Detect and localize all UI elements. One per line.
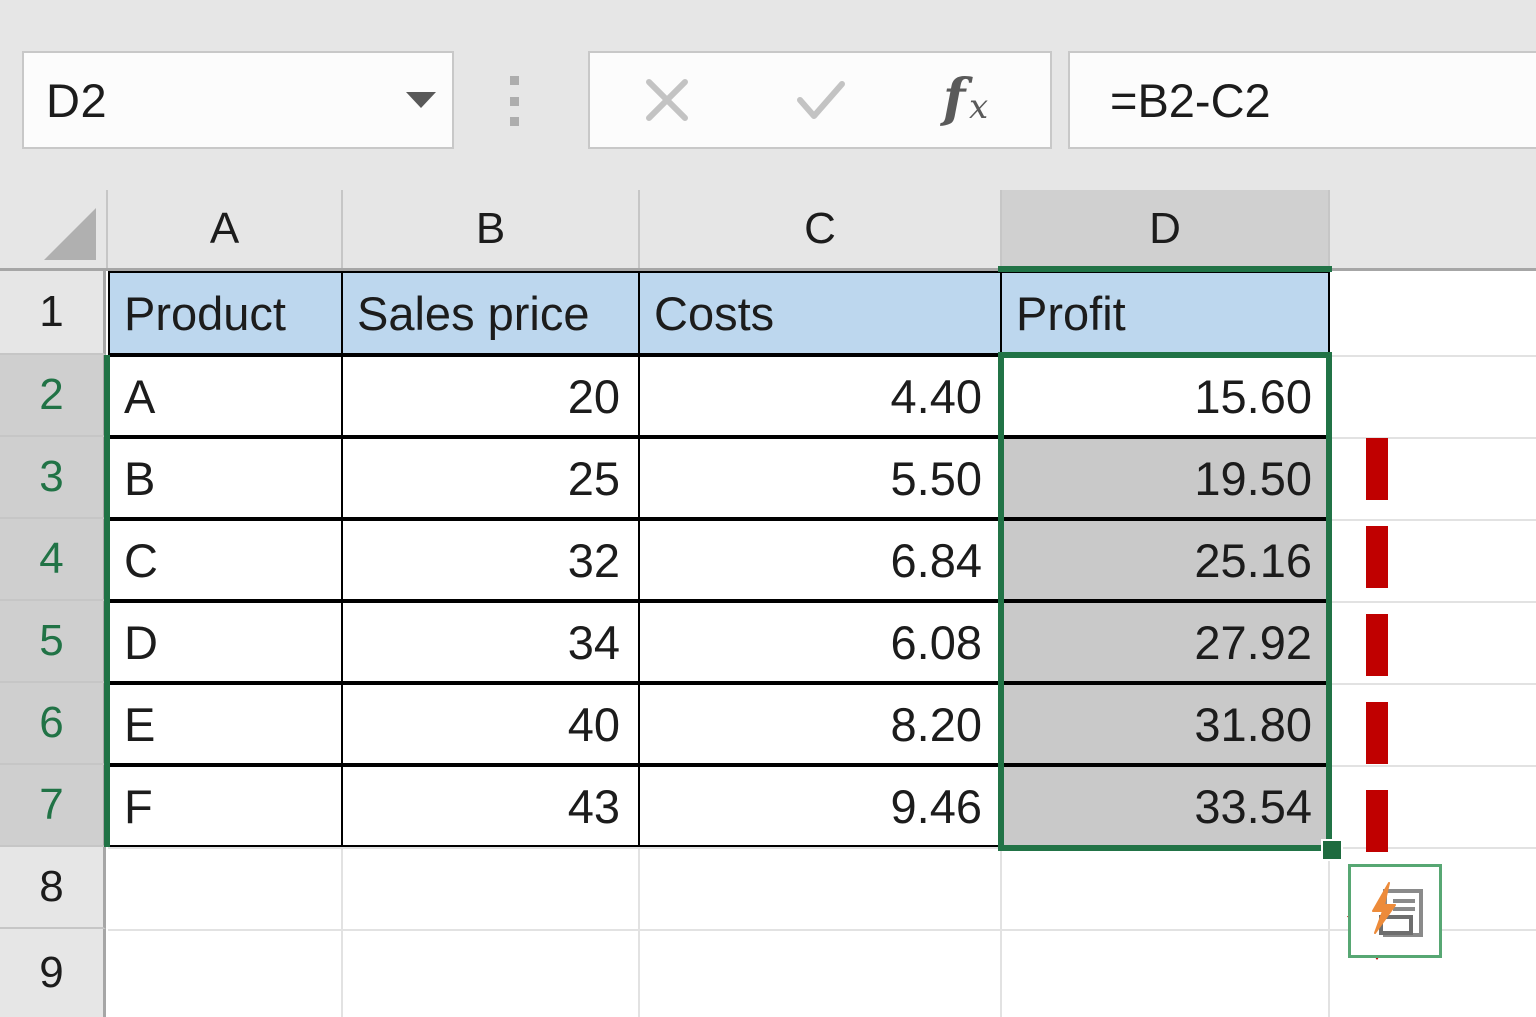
row-header-8[interactable]: 8 [0,847,106,929]
selection-border-top [998,352,1332,358]
column-header-e[interactable] [1330,190,1536,268]
formula-bar-buttons: f x [588,51,1052,149]
name-box[interactable]: D2 [22,51,454,149]
spreadsheet-grid: A B C D 1 2 3 4 5 6 7 8 9 Product Sales … [0,190,1536,1017]
cell-c5[interactable]: 6.08 [638,601,1002,683]
cell-b1[interactable]: Sales price [341,271,640,355]
cell-d3[interactable]: 19.50 [1000,437,1330,519]
cell-b4[interactable]: 32 [341,519,640,601]
row-header-column: 1 2 3 4 5 6 7 8 9 [0,271,108,1017]
cell-b6[interactable]: 40 [341,683,640,765]
row-header-4[interactable]: 4 [0,519,106,601]
cell-c1[interactable]: Costs [638,271,1002,355]
row-header-9[interactable]: 9 [0,929,106,1017]
cell-a4[interactable]: C [108,519,343,601]
cell-b3[interactable]: 25 [341,437,640,519]
cell-d7[interactable]: 33.54 [1000,765,1330,847]
column-header-c[interactable]: C [640,190,1002,268]
cell-b7[interactable]: 43 [341,765,640,847]
cell-d4[interactable]: 25.16 [1000,519,1330,601]
selection-border-left [104,355,110,847]
cell-d6[interactable]: 31.80 [1000,683,1330,765]
column-header-b[interactable]: B [343,190,640,268]
cell-c3[interactable]: 5.50 [638,437,1002,519]
cell-a6[interactable]: E [108,683,343,765]
cell-a3[interactable]: B [108,437,343,519]
cell-d5[interactable]: 27.92 [1000,601,1330,683]
column-header-d[interactable]: D [1002,190,1330,268]
row-header-7[interactable]: 7 [0,765,106,847]
chevron-down-icon[interactable] [390,92,452,108]
close-x-icon[interactable] [590,53,743,147]
selection-border-right [1326,352,1332,851]
formula-text: =B2-C2 [1110,73,1271,127]
cell-c6[interactable]: 8.20 [638,683,1002,765]
cell-a1[interactable]: Product [108,271,343,355]
red-dashed-down-arrow-icon [1347,430,1416,960]
select-all-button[interactable] [0,190,108,268]
cell-d2[interactable]: 15.60 [1000,355,1330,437]
selection-border-bottom [998,845,1332,851]
cell-area: Product Sales price Costs Profit A 20 4.… [104,266,1536,1017]
row-header-1[interactable]: 1 [0,271,106,355]
formula-input[interactable]: =B2-C2 [1068,51,1536,149]
cell-b2[interactable]: 20 [341,355,640,437]
cell-c7[interactable]: 9.46 [638,765,1002,847]
cell-c4[interactable]: 6.84 [638,519,1002,601]
formula-bar-strip: D2 f x =B2-C2 [0,0,1536,190]
svg-text:x: x [969,87,988,127]
gridline [108,929,1536,931]
cell-b5[interactable]: 34 [341,601,640,683]
name-box-value: D2 [46,73,108,127]
selection-border-inner-left [998,352,1004,851]
cell-a7[interactable]: F [108,765,343,847]
cell-a2[interactable]: A [108,355,343,437]
autofill-options-icon[interactable] [1348,864,1442,958]
column-header-a[interactable]: A [108,190,343,268]
cell-c2[interactable]: 4.40 [638,355,1002,437]
cell-a5[interactable]: D [108,601,343,683]
column-header-row: A B C D [0,190,1536,271]
svg-text:f: f [939,68,973,129]
checkmark-icon[interactable] [743,53,896,147]
row-header-5[interactable]: 5 [0,601,106,683]
select-all-triangle-icon [44,208,96,260]
fx-icon[interactable]: f x [897,53,1050,147]
fill-handle-square-icon[interactable] [1321,839,1343,861]
column-selection-indicator [998,266,1332,272]
vertical-dots-grip-icon[interactable] [506,76,522,126]
cell-d1[interactable]: Profit [1000,271,1330,355]
row-header-3[interactable]: 3 [0,437,106,519]
row-header-2[interactable]: 2 [0,355,106,437]
row-header-6[interactable]: 6 [0,683,106,765]
